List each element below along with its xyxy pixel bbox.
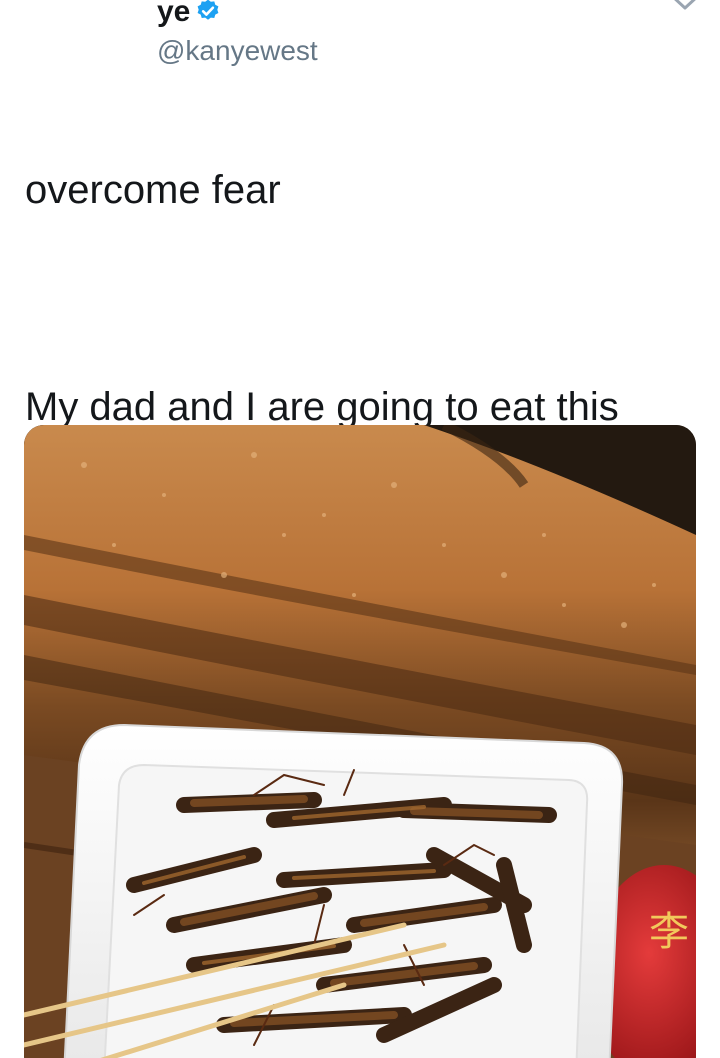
chevron-down-icon[interactable] [668, 0, 702, 16]
tweet-header: ye @kanyewest [0, 0, 720, 90]
bugs-plate-photo: 李 [24, 425, 696, 1058]
verified-badge-icon [197, 0, 219, 20]
container-label: 李 [649, 909, 689, 955]
tweet-media-photo[interactable]: 李 [24, 425, 696, 1058]
display-name[interactable]: ye [157, 0, 190, 30]
user-handle[interactable]: @kanyewest [157, 34, 318, 68]
tweet-line-1: overcome fear [25, 168, 281, 212]
